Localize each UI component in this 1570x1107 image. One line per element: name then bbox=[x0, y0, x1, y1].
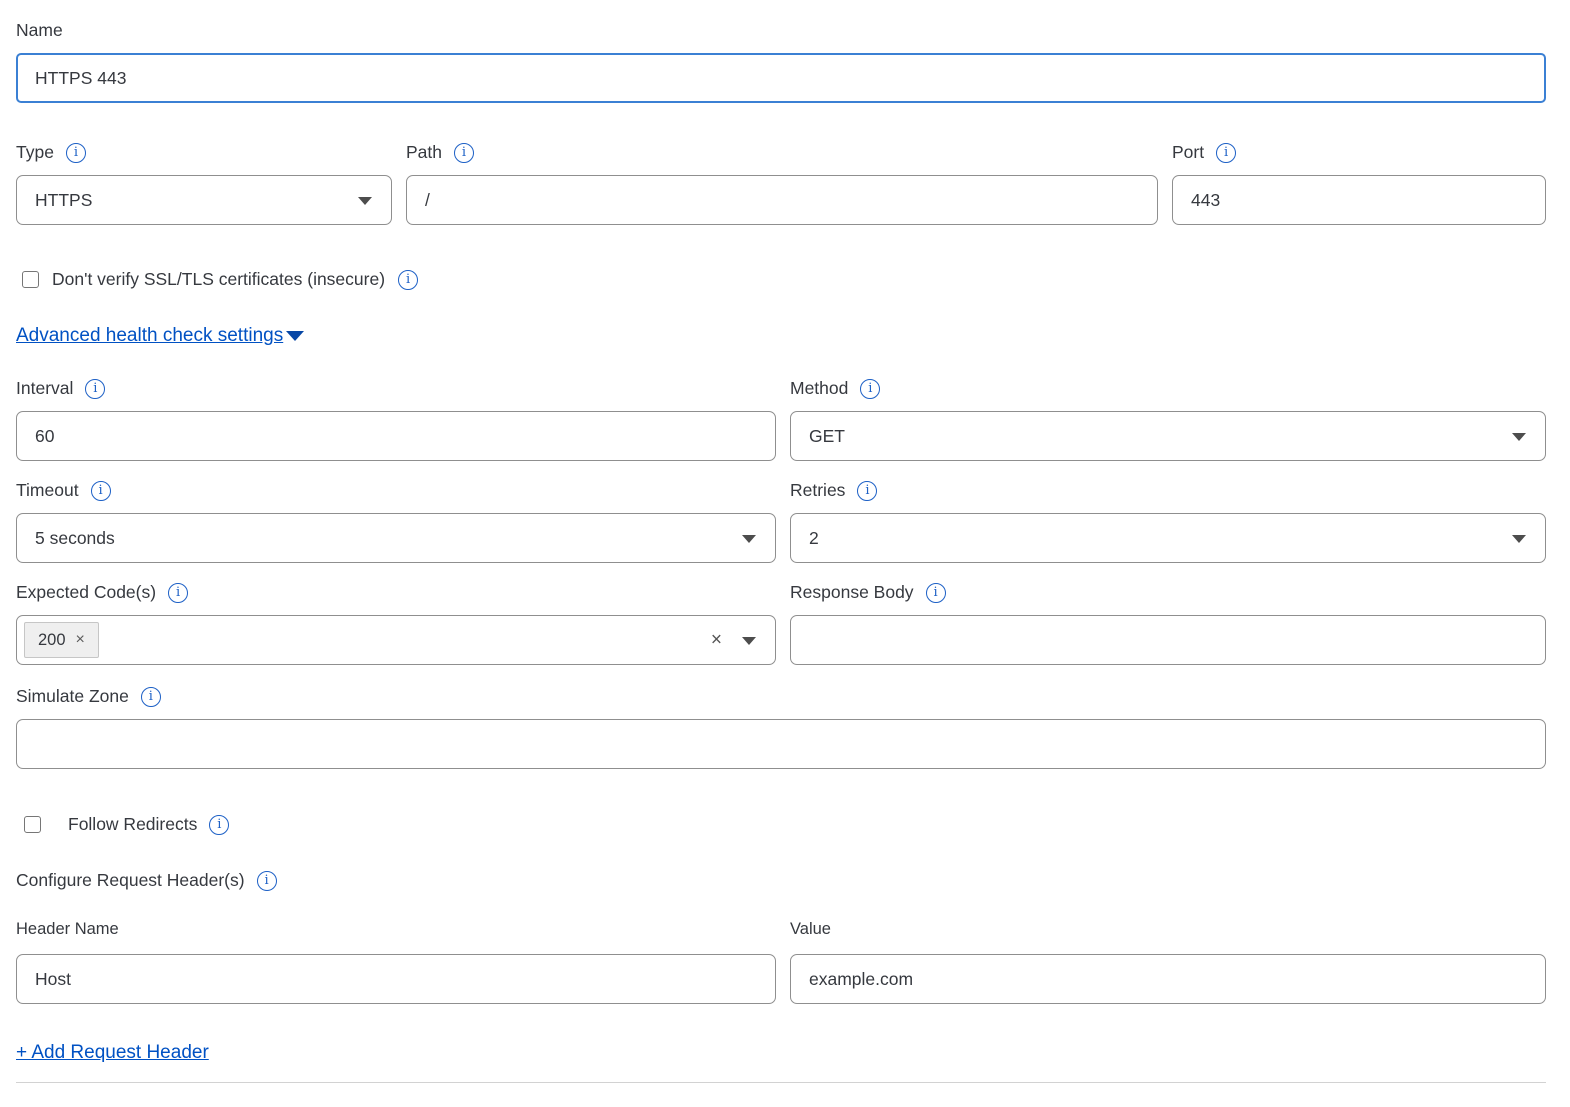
type-path-port-row: Type i HTTPS Path i Port i bbox=[16, 142, 1546, 225]
configure-headers-row: Configure Request Header(s) i bbox=[16, 870, 1546, 891]
expected-codes-label: Expected Code(s) bbox=[16, 582, 156, 603]
timeout-label: Timeout bbox=[16, 480, 79, 501]
info-icon[interactable]: i bbox=[85, 379, 105, 399]
info-icon[interactable]: i bbox=[454, 143, 474, 163]
advanced-settings-link[interactable]: Advanced health check settings bbox=[16, 325, 304, 347]
type-select[interactable]: HTTPS bbox=[16, 175, 392, 225]
expected-code-tag[interactable]: 200 × bbox=[24, 622, 99, 658]
port-field: Port i bbox=[1172, 142, 1546, 225]
info-icon[interactable]: i bbox=[91, 481, 111, 501]
port-input[interactable] bbox=[1172, 175, 1546, 225]
add-request-header-link[interactable]: + Add Request Header bbox=[16, 1042, 209, 1064]
insecure-checkbox-row: Don't verify SSL/TLS certificates (insec… bbox=[22, 269, 1546, 290]
info-icon[interactable]: i bbox=[398, 270, 418, 290]
follow-redirects-label: Follow Redirects bbox=[68, 814, 197, 835]
info-icon[interactable]: i bbox=[209, 815, 229, 835]
port-label: Port bbox=[1172, 142, 1204, 163]
insecure-checkbox[interactable] bbox=[22, 271, 39, 288]
remove-tag-icon[interactable]: × bbox=[76, 631, 85, 649]
method-label: Method bbox=[790, 378, 848, 399]
method-field: Method i GET bbox=[790, 378, 1546, 461]
info-icon[interactable]: i bbox=[168, 583, 188, 603]
simulate-zone-label: Simulate Zone bbox=[16, 686, 129, 707]
info-icon[interactable]: i bbox=[257, 871, 277, 891]
chevron-down-icon bbox=[742, 535, 756, 543]
interval-label: Interval bbox=[16, 378, 73, 399]
add-header-row: + Add Request Header bbox=[16, 1042, 1546, 1064]
request-header-row: Header Name Value bbox=[16, 920, 1546, 1004]
interval-input[interactable] bbox=[16, 411, 776, 461]
header-value-input[interactable] bbox=[790, 954, 1546, 1004]
header-name-input[interactable] bbox=[16, 954, 776, 1004]
response-body-label: Response Body bbox=[790, 582, 914, 603]
header-name-label: Header Name bbox=[16, 920, 776, 939]
info-icon[interactable]: i bbox=[860, 379, 880, 399]
insecure-checkbox-label: Don't verify SSL/TLS certificates (insec… bbox=[52, 269, 385, 290]
header-value-field: Value bbox=[790, 920, 1546, 1004]
chevron-down-icon bbox=[358, 197, 372, 205]
info-icon[interactable]: i bbox=[1216, 143, 1236, 163]
response-body-field: Response Body i bbox=[790, 582, 1546, 665]
path-field: Path i bbox=[406, 142, 1158, 225]
response-body-input[interactable] bbox=[790, 615, 1546, 665]
info-icon[interactable]: i bbox=[926, 583, 946, 603]
configure-headers-label: Configure Request Header(s) bbox=[16, 870, 245, 891]
follow-redirects-row: Follow Redirects i bbox=[24, 814, 1546, 835]
method-select-value: GET bbox=[809, 426, 845, 447]
name-label: Name bbox=[16, 20, 1546, 41]
header-name-field: Header Name bbox=[16, 920, 776, 1004]
method-select[interactable]: GET bbox=[790, 411, 1546, 461]
timeout-select-value: 5 seconds bbox=[35, 528, 115, 549]
expected-codes-field: Expected Code(s) i 200 × × bbox=[16, 582, 776, 665]
chevron-down-icon bbox=[1512, 433, 1526, 441]
info-icon[interactable]: i bbox=[141, 687, 161, 707]
section-divider bbox=[16, 1082, 1546, 1083]
expected-codes-multiselect[interactable]: 200 × × bbox=[16, 615, 776, 665]
interval-field: Interval i bbox=[16, 378, 776, 461]
advanced-settings-link-label: Advanced health check settings bbox=[16, 325, 283, 347]
name-input[interactable] bbox=[16, 53, 1546, 103]
name-field: Name bbox=[16, 20, 1546, 103]
health-check-form: Name Type i HTTPS Path i Port i bbox=[0, 0, 1570, 1083]
retries-select[interactable]: 2 bbox=[790, 513, 1546, 563]
simulate-zone-field: Simulate Zone i bbox=[16, 686, 1546, 769]
type-field: Type i HTTPS bbox=[16, 142, 392, 225]
type-label: Type bbox=[16, 142, 54, 163]
header-value-label: Value bbox=[790, 920, 1546, 939]
retries-field: Retries i 2 bbox=[790, 480, 1546, 563]
add-request-header-link-label: + Add Request Header bbox=[16, 1042, 209, 1064]
follow-redirects-checkbox[interactable] bbox=[24, 816, 41, 833]
path-label: Path bbox=[406, 142, 442, 163]
advanced-settings-grid: Interval i Method i GET Timeout i 5 seco… bbox=[16, 378, 1546, 665]
info-icon[interactable]: i bbox=[857, 481, 877, 501]
expected-code-tag-value: 200 bbox=[38, 631, 66, 650]
triangle-down-icon bbox=[286, 331, 304, 341]
retries-select-value: 2 bbox=[809, 528, 819, 549]
simulate-zone-input[interactable] bbox=[16, 719, 1546, 769]
type-select-value: HTTPS bbox=[35, 190, 92, 211]
timeout-field: Timeout i 5 seconds bbox=[16, 480, 776, 563]
retries-label: Retries bbox=[790, 480, 845, 501]
chevron-down-icon bbox=[742, 637, 756, 645]
advanced-settings-row: Advanced health check settings bbox=[16, 325, 1546, 347]
timeout-select[interactable]: 5 seconds bbox=[16, 513, 776, 563]
path-input[interactable] bbox=[406, 175, 1158, 225]
clear-icon[interactable]: × bbox=[711, 631, 722, 650]
info-icon[interactable]: i bbox=[66, 143, 86, 163]
chevron-down-icon bbox=[1512, 535, 1526, 543]
